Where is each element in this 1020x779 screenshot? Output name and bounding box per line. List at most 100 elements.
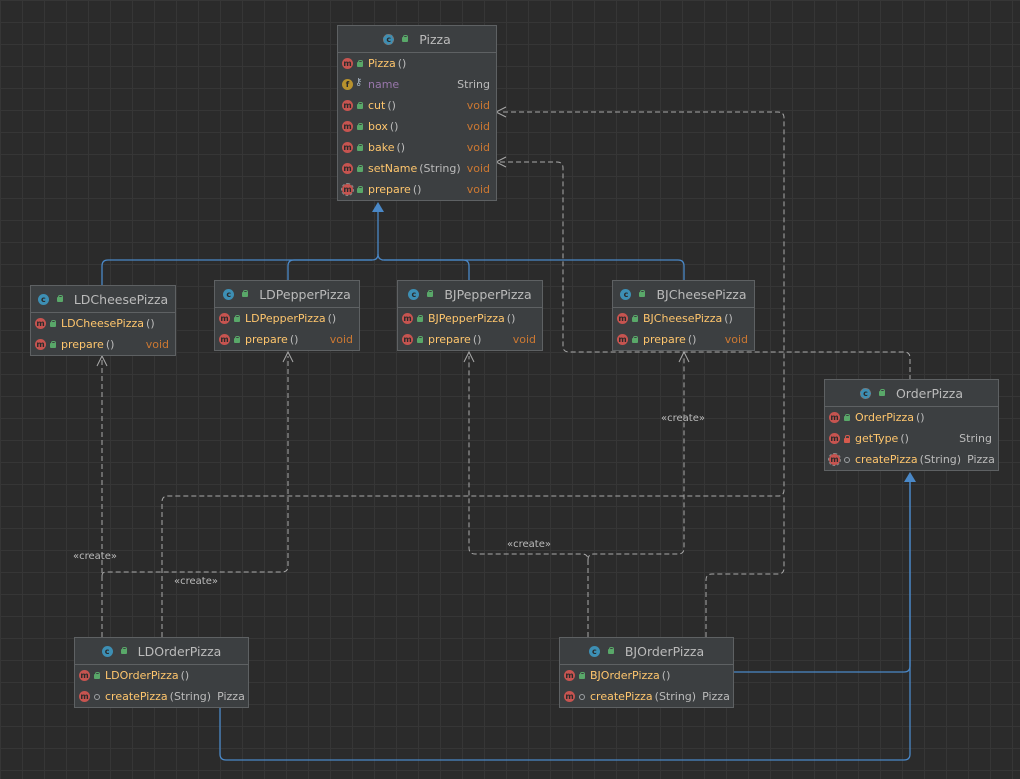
member-args: () [687,333,697,346]
create-label: «create» [507,539,551,550]
inheritance-line-ldcheese [101,208,379,286]
method-icon: m [402,313,413,324]
public-visibility-icon [578,671,586,680]
class-member[interactable]: m prepare() void [398,329,542,350]
public-visibility-icon [607,647,615,655]
create-label: «create» [661,413,705,424]
class-header[interactable]: c OrderPizza [825,380,998,407]
class-member[interactable]: m LDPepperPizza() [215,308,359,329]
inheritance-arrowhead-pizza [372,202,384,212]
class-header[interactable]: c Pizza [338,26,496,53]
member-name: prepare [61,338,104,351]
member-name: LDCheesePizza [61,317,145,330]
class-member[interactable]: m prepare() void [338,179,496,200]
class-member[interactable]: m LDCheesePizza() [31,313,175,334]
class-member[interactable]: m prepare() void [215,329,359,350]
class-member[interactable]: m OrderPizza() [825,407,998,428]
abstract-class-icon: c [383,33,395,45]
class-header[interactable]: c LDPepperPizza [215,281,359,308]
public-visibility-icon [631,335,639,344]
class-header[interactable]: c BJCheesePizza [613,281,754,308]
class-icon: c [223,288,235,300]
method-icon: m [79,670,90,681]
inheritance-arrowhead-orderpizza [904,472,916,482]
class-member[interactable]: m setName (String) void [338,158,496,179]
class-member[interactable]: m Pizza() [338,53,496,74]
inheritance-line-bjpepper [384,259,470,281]
member-type: String [457,78,490,91]
dependency-ldorder-ldpepper [101,356,289,577]
abstract-method-icon: m [828,453,841,466]
class-member[interactable]: m createPizza (String) Pizza [825,449,998,470]
member-args: () [105,338,115,351]
class-member[interactable]: m BJCheesePizza() [613,308,754,329]
class-bjpepperpizza[interactable]: c BJPepperPizza m BJPepperPizza() m prepare()… [397,280,543,351]
class-member[interactable]: m cut() void [338,95,496,116]
public-visibility-icon [233,335,241,344]
member-name: getType [855,432,899,445]
class-member[interactable]: m prepare() void [613,329,754,350]
class-ldpepperpizza[interactable]: c LDPepperPizza m LDPepperPizza() m prepare()… [214,280,360,351]
member-name: prepare [245,333,288,346]
class-member[interactable]: m LDOrderPizza() [75,665,248,686]
method-icon: m [79,691,90,702]
public-visibility-icon [49,340,57,349]
member-name: createPizza [105,690,168,703]
member-type: void [466,141,490,154]
class-member[interactable]: f name String [338,74,496,95]
class-member[interactable]: m bake() void [338,137,496,158]
field-icon: f [342,79,353,90]
class-ldcheesepizza[interactable]: c LDCheesePizza m LDCheesePizza() m prepare()… [30,285,176,356]
member-type: void [724,333,748,346]
public-visibility-icon [356,59,364,68]
class-name: OrderPizza [895,385,964,401]
member-args: (String) [169,690,212,703]
member-args: () [724,312,733,325]
class-icon: c [408,288,420,300]
member-args: () [916,411,925,424]
class-member[interactable]: m createPizza (String) Pizza [560,686,733,707]
class-member[interactable]: m getType() String [825,428,998,449]
class-orderpizza[interactable]: c OrderPizza m OrderPizza() m getType() String… [824,379,999,471]
class-header[interactable]: c LDCheesePizza [31,286,175,313]
member-args: () [327,312,337,325]
class-member[interactable]: m box() void [338,116,496,137]
public-visibility-icon [416,335,424,344]
method-icon: m [564,670,575,681]
public-visibility-icon [638,290,646,298]
method-icon: m [564,691,575,702]
class-name: LDPepperPizza [259,286,351,302]
member-args: (String) [919,453,962,466]
class-member[interactable]: m BJPepperPizza() [398,308,542,329]
class-header[interactable]: c BJPepperPizza [398,281,542,308]
method-icon: m [342,163,353,174]
method-icon: m [829,433,840,444]
class-ldorderpizza[interactable]: c LDOrderPizza m LDOrderPizza() m createPizza… [74,637,249,708]
key-visibility-icon [355,77,364,89]
class-member[interactable]: m BJOrderPizza() [560,665,733,686]
member-type: void [329,333,353,346]
private-visibility-icon [843,434,851,443]
method-icon: m [342,142,353,153]
member-name: LDPepperPizza [245,312,326,325]
member-name: BJCheesePizza [643,312,723,325]
create-label: «create» [174,576,218,587]
public-visibility-icon [843,413,851,422]
class-member[interactable]: m prepare() void [31,334,175,355]
class-header[interactable]: c LDOrderPizza [75,638,248,665]
member-type: Pizza [967,453,995,466]
member-args: () [387,99,396,112]
member-type: Pizza [702,690,730,703]
class-pizza[interactable]: cPizzamPizza()fnameStringmcut()voidmbox(… [337,25,497,201]
method-icon: m [829,412,840,423]
class-bjorderpizza[interactable]: c BJOrderPizza m BJOrderPizza() m createPizza… [559,637,734,708]
class-header[interactable]: c BJOrderPizza [560,638,733,665]
inheritance-line-ldpepper [287,259,372,281]
class-bjcheesepizza[interactable]: c BJCheesePizza m BJCheesePizza() m prepare()… [612,280,755,351]
member-type: void [466,162,490,175]
package-visibility-icon [93,693,101,701]
abstract-method-icon: m [341,183,354,196]
class-member[interactable]: m createPizza (String) Pizza [75,686,248,707]
member-type: void [145,338,169,351]
class-name: BJOrderPizza [624,643,705,659]
